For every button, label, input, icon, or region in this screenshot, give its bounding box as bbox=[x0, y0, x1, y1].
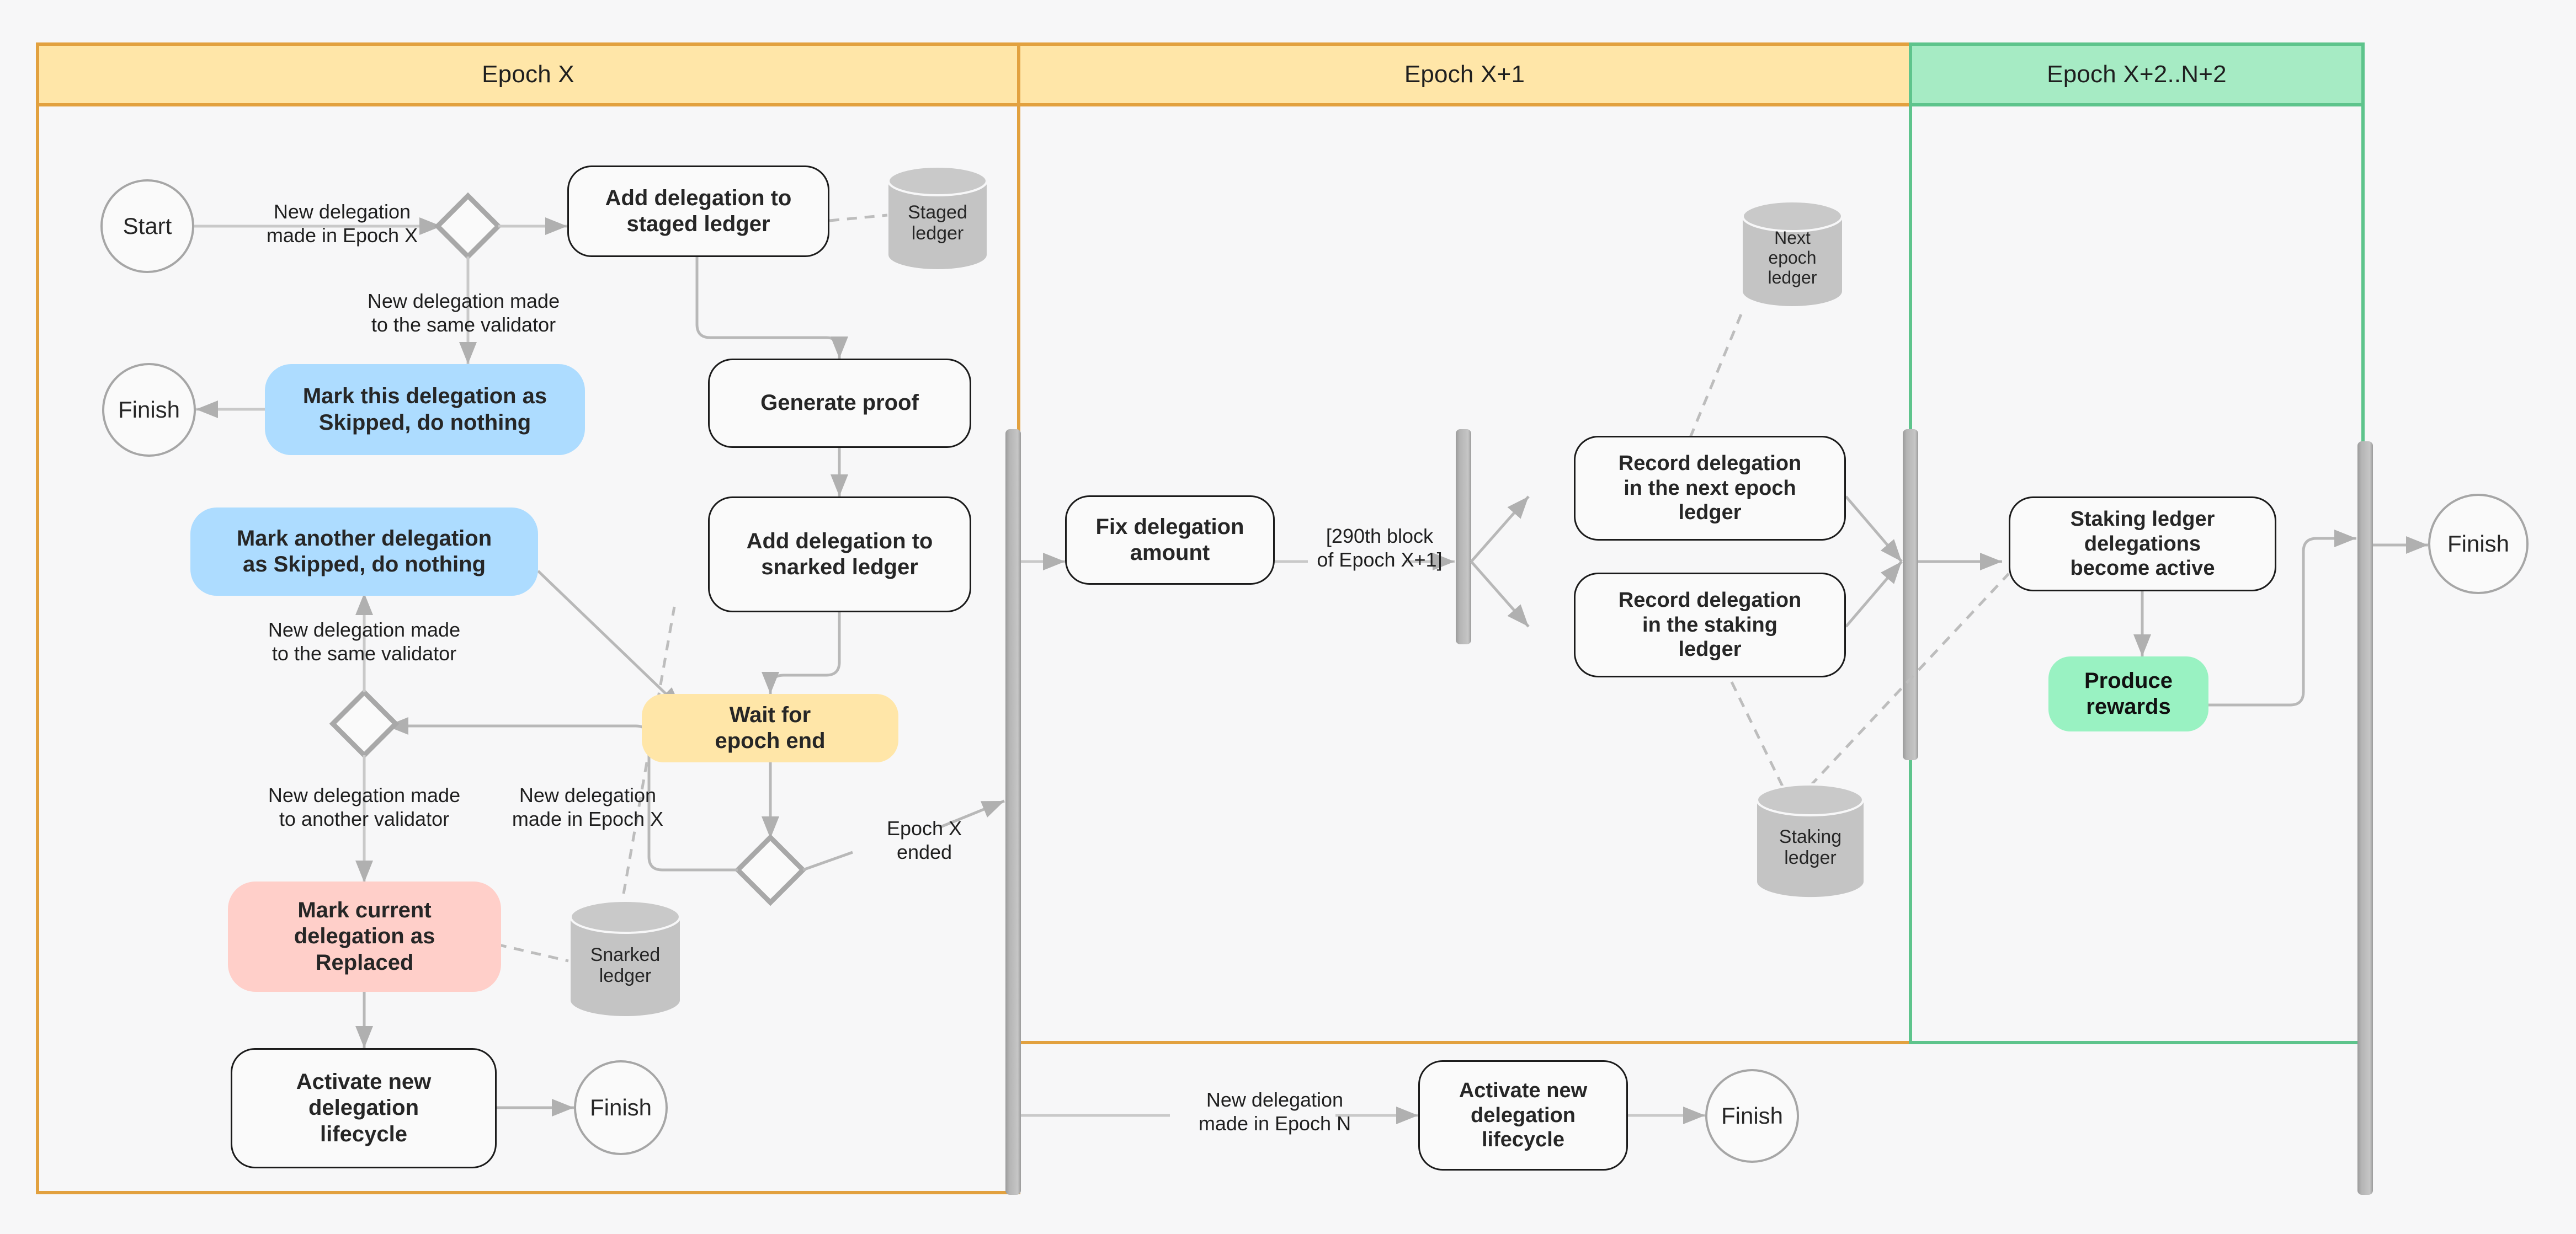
node-produce-rewards[interactable]: Produce rewards bbox=[2048, 656, 2208, 731]
node-mark-another-delegation-skipped[interactable]: Mark another delegation as Skipped, do n… bbox=[190, 508, 538, 596]
node-record-delegation-next-epoch-ledger[interactable]: Record delegation in the next epoch ledg… bbox=[1574, 436, 1846, 541]
edge-label-new-delegation-epoch-n: New delegation made in Epoch N bbox=[1198, 1088, 1351, 1135]
node-staking-ledger-delegations-become-active[interactable]: Staking ledger delegations become active bbox=[2009, 496, 2276, 591]
node-start[interactable]: Start bbox=[100, 179, 194, 273]
node-finish-bottom[interactable]: Finish bbox=[1705, 1069, 1799, 1163]
datastore-staged-ledger: Staged ledger bbox=[885, 165, 990, 270]
node-generate-proof[interactable]: Generate proof bbox=[708, 359, 971, 448]
edge-label-290th-block: [290th block of Epoch X+1] bbox=[1317, 525, 1443, 571]
node-activate-new-delegation-lifecycle-left[interactable]: Activate new delegation lifecycle bbox=[231, 1048, 497, 1168]
sync-bar-right-end bbox=[2357, 441, 2373, 1195]
edge-label-same-validator-top: New delegation made to the same validato… bbox=[367, 290, 560, 336]
edge-label-epoch-x-ended: Epoch X ended bbox=[886, 817, 962, 864]
node-finish-right[interactable]: Finish bbox=[2428, 494, 2529, 594]
datastore-staged-ledger-label: Staged ledger bbox=[908, 202, 967, 244]
sync-bar-x1-end bbox=[1903, 429, 1918, 760]
node-wait-for-epoch-end[interactable]: Wait for epoch end bbox=[642, 694, 898, 762]
datastore-next-epoch-ledger-label: Next epoch ledger bbox=[1768, 228, 1817, 287]
node-fix-delegation-amount[interactable]: Fix delegation amount bbox=[1065, 495, 1275, 585]
lane-title-epoch-x1: Epoch X+1 bbox=[1404, 61, 1525, 88]
node-finish-left[interactable]: Finish bbox=[574, 1060, 668, 1155]
datastore-snarked-ledger-label: Snarked ledger bbox=[590, 944, 661, 987]
node-mark-current-delegation-replaced[interactable]: Mark current delegation as Replaced bbox=[228, 882, 501, 992]
diagram-canvas: Epoch X Epoch X+1 Epoch X+2..N+2 Start A… bbox=[0, 0, 2576, 1234]
node-finish-top[interactable]: Finish bbox=[102, 363, 196, 457]
edge-label-new-delegation-epoch-x-top: New delegation made in Epoch X bbox=[266, 200, 418, 247]
lane-title-epoch-x2: Epoch X+2..N+2 bbox=[2047, 61, 2227, 88]
node-add-delegation-staged-ledger[interactable]: Add delegation to staged ledger bbox=[567, 165, 829, 257]
node-mark-this-delegation-skipped[interactable]: Mark this delegation as Skipped, do noth… bbox=[265, 364, 585, 455]
sync-bar-epoch-x-end bbox=[1005, 429, 1021, 1195]
datastore-staking-ledger-label: Staking ledger bbox=[1779, 826, 1842, 869]
edge-label-same-validator-mid: New delegation made to the same validato… bbox=[268, 618, 461, 665]
node-record-delegation-staking-ledger[interactable]: Record delegation in the staking ledger bbox=[1574, 573, 1846, 677]
node-activate-new-delegation-lifecycle-bottom[interactable]: Activate new delegation lifecycle bbox=[1418, 1060, 1628, 1171]
datastore-staking-ledger: Staking ledger bbox=[1754, 783, 1867, 899]
edge-label-new-delegation-epoch-x-mid: New delegation made in Epoch X bbox=[512, 784, 664, 831]
datastore-snarked-ledger: Snarked ledger bbox=[567, 899, 683, 1018]
lane-title-epoch-x: Epoch X bbox=[482, 61, 574, 88]
datastore-next-epoch-ledger: Next epoch ledger bbox=[1739, 200, 1845, 308]
node-add-delegation-snarked-ledger[interactable]: Add delegation to snarked ledger bbox=[708, 496, 971, 612]
